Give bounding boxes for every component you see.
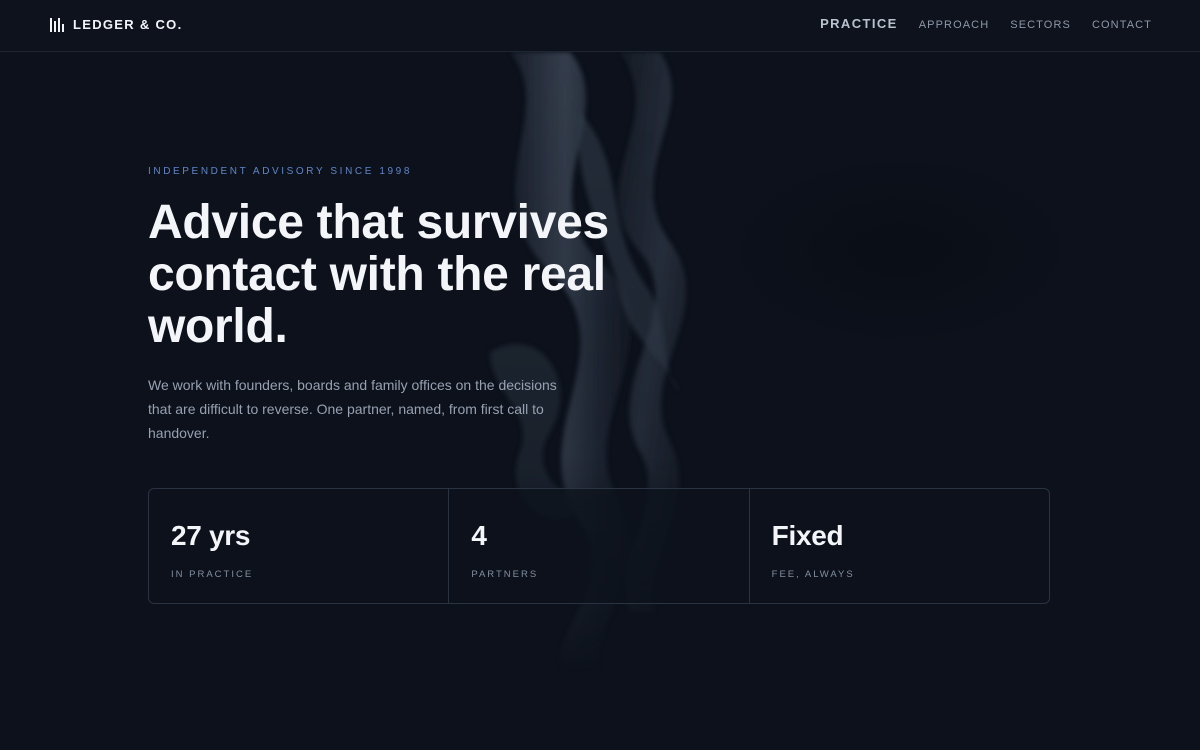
nav-item-sectors[interactable]: SECTORS [1010,19,1071,31]
stat-fee: Fixed FEE, ALWAYS [748,489,1049,603]
hero-eyebrow: INDEPENDENT ADVISORY SINCE 1998 [148,166,413,177]
headline-line: Advice that survives [148,196,609,249]
brand-name: LEDGER & CO. [73,17,183,32]
hero-headline: Advice that survives contact with the re… [148,197,628,353]
hero-description: We work with founders, boards and family… [148,377,557,441]
stat-value: 4 [471,520,487,551]
site-header: LEDGER & CO. PRACTICE APPROACH SECTORS C… [0,0,1200,52]
stats-panel: 27 yrs IN PRACTICE 4 PARTNERS Fixed FEE,… [148,488,1050,604]
stat-label: PARTNERS [471,569,539,580]
stat-value: 27 yrs [171,520,251,551]
bar-chart-icon [50,17,64,32]
brand-logo-link[interactable]: LEDGER & CO. [50,17,183,32]
main-nav: PRACTICE APPROACH SECTORS CONTACT [820,16,1152,31]
nav-item-contact[interactable]: CONTACT [1092,19,1152,31]
stat-value: Fixed [771,520,844,551]
nav-item-approach[interactable]: APPROACH [919,19,990,31]
stat-partners: 4 PARTNERS [448,489,748,603]
stat-label: FEE, ALWAYS [771,569,855,580]
stat-years: 27 yrs IN PRACTICE [149,489,448,603]
landing-page: LEDGER & CO. PRACTICE APPROACH SECTORS C… [0,0,1200,750]
headline-line: world. [148,300,288,353]
background-shadow [720,150,1080,350]
headline-line: contact with the real [148,248,606,301]
stat-label: IN PRACTICE [171,569,254,580]
nav-item-practice[interactable]: PRACTICE [820,16,898,31]
hero-section: INDEPENDENT ADVISORY SINCE 1998 Advice t… [148,166,628,445]
